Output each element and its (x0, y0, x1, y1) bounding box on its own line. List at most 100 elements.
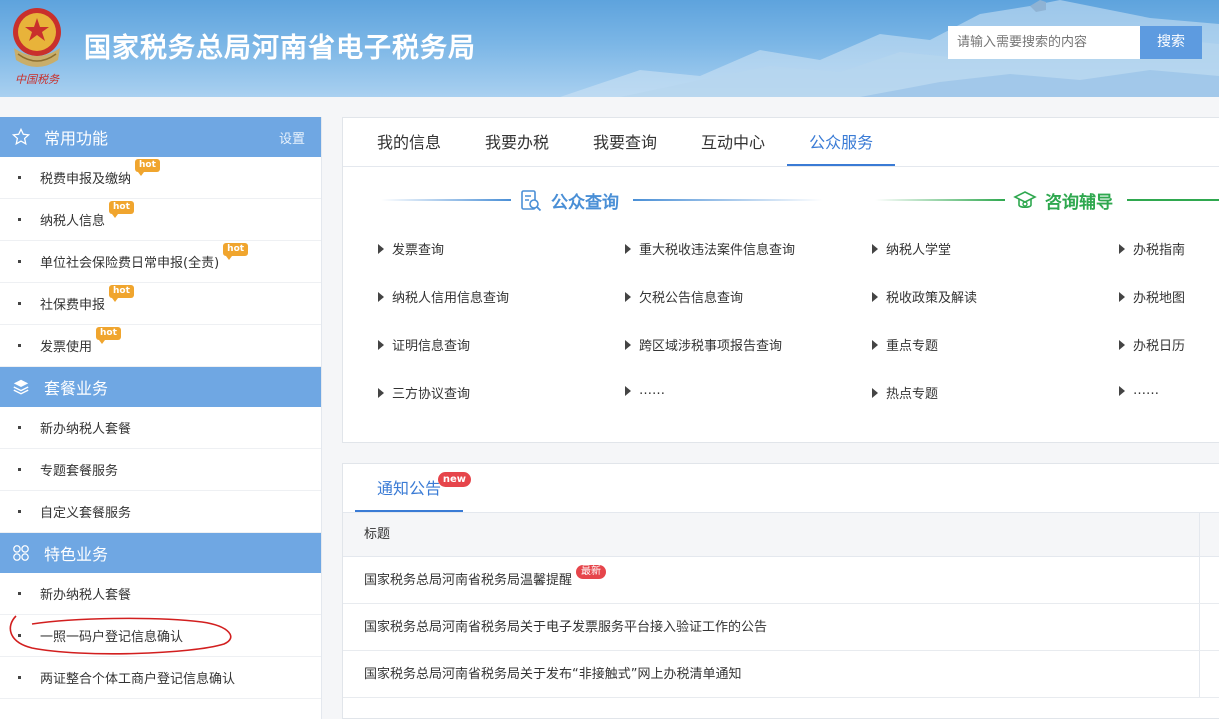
site-header: 中国税务 国家税务总局河南省电子税务局 搜索 (0, 0, 1219, 97)
notice-title: 国家税务总局河南省税务局温馨提醒 (364, 573, 573, 588)
sidebar-item-label: 自定义套餐服务 (40, 506, 132, 521)
divider-line (1127, 199, 1219, 201)
triangle-right-icon (625, 243, 631, 254)
link-label: 欠税公告信息查询 (639, 291, 744, 306)
sidebar-item-label: 纳税人信息 (40, 214, 106, 229)
link-hot-topics[interactable]: 热点专题 (872, 383, 938, 402)
link-major-violation-query[interactable]: 重大税收违法案件信息查询 (625, 239, 795, 258)
table-header: 标题 (343, 513, 1219, 557)
link-certificate-query[interactable]: 证明信息查询 (378, 335, 470, 354)
link-taxpayer-school[interactable]: 纳税人学堂 (872, 239, 951, 258)
link-tax-calendar[interactable]: 办税日历 (1119, 335, 1185, 354)
hot-badge: hot (109, 201, 134, 218)
link-tax-guide[interactable]: 办税指南 (1119, 239, 1185, 258)
link-label: 办税日历 (1133, 339, 1186, 354)
sidebar-item-topic-package[interactable]: 专题套餐服务 (0, 449, 321, 491)
sidebar-item-label: 两证整合个体工商户登记信息确认 (40, 672, 236, 687)
link-label: 重大税收违法案件信息查询 (639, 243, 796, 258)
sidebar-item-label: 一照一码户登记信息确认 (40, 630, 184, 645)
triangle-right-icon (872, 339, 878, 350)
tab-notices[interactable]: 通知公告 new (355, 464, 472, 512)
link-label: 跨区域涉税事项报告查询 (639, 339, 783, 354)
search-doc-icon (521, 189, 542, 211)
sidebar-item-label: 税费申报及缴纳 (40, 172, 132, 187)
search-button[interactable]: 搜索 (1140, 26, 1202, 59)
latest-badge: 最新 (576, 565, 607, 579)
link-label: 重点专题 (886, 339, 939, 354)
category-public-query: 公众查询 (519, 188, 619, 213)
link-label: 办税指南 (1133, 243, 1186, 258)
category-title: 咨询辅导 (1045, 193, 1113, 213)
table-row[interactable]: 国家税务总局河南省税务局温馨提醒最新 (343, 557, 1219, 604)
sidebar-item-label: 发票使用 (40, 340, 93, 355)
sidebar-item-taxpayer-info[interactable]: 纳税人信息 hot (0, 199, 321, 241)
sidebar-section-featured[interactable]: 特色业务 (0, 533, 321, 573)
triangle-right-icon (872, 387, 878, 398)
section-title: 特色业务 (44, 545, 109, 564)
link-tripartite-query[interactable]: 三方协议查询 (378, 383, 470, 402)
sidebar-item-custom-package[interactable]: 自定义套餐服务 (0, 491, 321, 533)
sidebar-section-common[interactable]: 常用功能 设置 (0, 117, 321, 157)
table-row[interactable]: 国家税务总局河南省税务局关于发布“非接触式”网上办税清单通知 (343, 651, 1219, 698)
triangle-right-icon (378, 387, 384, 398)
grid-icon (10, 542, 32, 564)
hot-badge: hot (135, 159, 160, 176)
notice-tabs: 通知公告 new (343, 464, 1219, 513)
link-arrears-notice-query[interactable]: 欠税公告信息查询 (625, 287, 743, 306)
sidebar-item-new-taxpayer-package-featured[interactable]: 新办纳税人套餐 (0, 573, 321, 615)
category-title: 公众查询 (551, 193, 619, 213)
tab-query[interactable]: 我要查询 (571, 118, 679, 166)
search-input[interactable] (948, 26, 1140, 59)
sidebar-item-tax-filing[interactable]: 税费申报及缴纳 hot (0, 157, 321, 199)
bullet (18, 426, 21, 429)
services-panel: 我的信息 我要办税 我要查询 互动中心 公众服务 公众查询 咨询辅导 发票查询 … (342, 117, 1219, 443)
service-tabs: 我的信息 我要办税 我要查询 互动中心 公众服务 (343, 118, 1219, 167)
hot-badge: hot (96, 327, 121, 344)
sidebar-section-packages[interactable]: 套餐业务 (0, 367, 321, 407)
triangle-right-icon (625, 339, 631, 350)
triangle-right-icon (378, 243, 384, 254)
link-credit-info-query[interactable]: 纳税人信用信息查询 (378, 287, 509, 306)
sidebar-item-label: 社保费申报 (40, 298, 106, 313)
sidebar: 常用功能 设置 税费申报及缴纳 hot 纳税人信息 hot 单位社会保险费日常申报(… (0, 117, 322, 719)
triangle-right-icon (1119, 291, 1125, 302)
sidebar-item-invoice-use[interactable]: 发票使用 hot (0, 325, 321, 367)
link-label: …… (1133, 383, 1159, 398)
sidebar-item-social-security-filing[interactable]: 社保费申报 hot (0, 283, 321, 325)
link-cross-region-query[interactable]: 跨区域涉税事项报告查询 (625, 335, 782, 354)
sidebar-item-label: 新办纳税人套餐 (40, 588, 132, 603)
column-title: 标题 (364, 527, 391, 542)
bullet (18, 260, 21, 263)
table-row[interactable]: 国家税务总局河南省税务局关于电子发票服务平台接入验证工作的公告 (343, 604, 1219, 651)
triangle-right-icon (872, 243, 878, 254)
link-label: 发票查询 (392, 243, 445, 258)
link-label: 税收政策及解读 (886, 291, 978, 306)
link-label: 证明信息查询 (392, 339, 471, 354)
layers-icon (10, 376, 32, 398)
link-key-topics[interactable]: 重点专题 (872, 335, 938, 354)
link-tax-policy[interactable]: 税收政策及解读 (872, 287, 977, 306)
notice-panel: 通知公告 new 标题 国家税务总局河南省税务局温馨提醒最新 国家税务总局河南省… (342, 463, 1219, 719)
tab-my-info[interactable]: 我的信息 (355, 118, 463, 166)
tab-public-service[interactable]: 公众服务 (787, 118, 896, 166)
sidebar-item-new-taxpayer-package[interactable]: 新办纳税人套餐 (0, 407, 321, 449)
link-more-guidance[interactable]: …… (1119, 383, 1159, 398)
link-more-queries[interactable]: …… (625, 383, 665, 398)
category-consult-guide: 咨询辅导 (1013, 188, 1113, 213)
tab-interaction[interactable]: 互动中心 (679, 118, 787, 166)
sidebar-item-social-insurance-declaration[interactable]: 单位社会保险费日常申报(全责) hot (0, 241, 321, 283)
link-label: 纳税人学堂 (886, 243, 952, 258)
sidebar-item-label: 单位社会保险费日常申报(全责) (40, 256, 220, 271)
sidebar-item-one-license-one-code[interactable]: 一照一码户登记信息确认 (0, 615, 321, 657)
sidebar-item-two-certificate-integration[interactable]: 两证整合个体工商户登记信息确认 (0, 657, 321, 699)
triangle-right-icon (625, 385, 631, 396)
triangle-right-icon (1119, 243, 1125, 254)
triangle-right-icon (378, 291, 384, 302)
hot-badge: hot (223, 243, 249, 260)
section-title: 套餐业务 (44, 379, 109, 398)
tab-handle-tax[interactable]: 我要办税 (463, 118, 571, 166)
link-invoice-query[interactable]: 发票查询 (378, 239, 444, 258)
star-icon (10, 126, 32, 148)
link-tax-map[interactable]: 办税地图 (1119, 287, 1185, 306)
settings-link[interactable]: 设置 (279, 128, 305, 147)
